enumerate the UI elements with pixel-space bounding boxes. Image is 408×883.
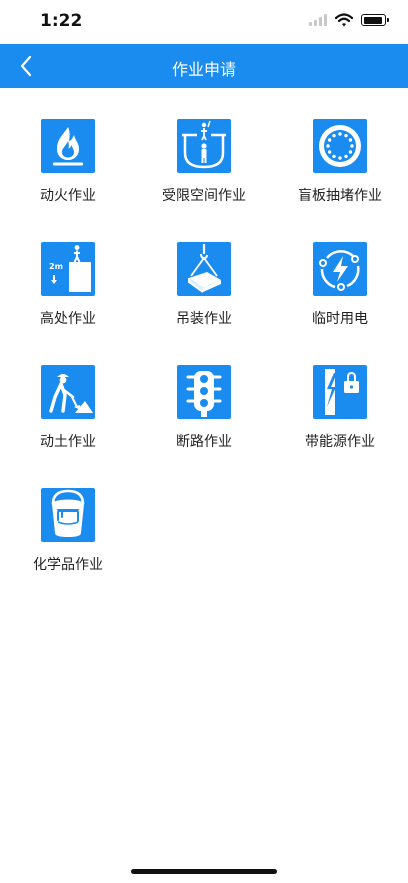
tile-label: 带能源作业: [305, 434, 375, 450]
tile-road-closure[interactable]: 断路作业: [136, 334, 272, 450]
tile-hot-work[interactable]: 动火作业: [0, 88, 136, 204]
chemical-bucket-icon: [41, 488, 95, 542]
status-icons: [309, 13, 389, 27]
home-indicator: [131, 869, 277, 874]
cellular-signal-icon: [309, 14, 327, 26]
tile-height-work[interactable]: 2m 高处作业: [0, 211, 136, 327]
tile-label: 动土作业: [40, 434, 96, 450]
tile-confined-space[interactable]: 受限空间作业: [136, 88, 272, 204]
nav-bar: 作业申请: [0, 44, 408, 88]
tile-label: 动火作业: [40, 188, 96, 204]
blind-plate-icon: [313, 119, 367, 173]
tile-label: 断路作业: [176, 434, 232, 450]
fire-icon: [41, 119, 95, 173]
traffic-light-icon: [177, 365, 231, 419]
wifi-icon: [335, 13, 353, 27]
svg-text:2m: 2m: [49, 262, 63, 271]
excavation-icon: [41, 365, 95, 419]
tile-excavation[interactable]: 动土作业: [0, 334, 136, 450]
lifting-icon: [177, 242, 231, 296]
confined-space-icon: [177, 119, 231, 173]
tile-temporary-electricity[interactable]: 临时用电: [272, 211, 408, 327]
tile-label: 盲板抽堵作业: [298, 188, 382, 204]
tile-blind-plate[interactable]: 盲板抽堵作业: [272, 88, 408, 204]
height-work-icon: 2m: [41, 242, 95, 296]
temporary-electricity-icon: [313, 242, 367, 296]
tile-lifting[interactable]: 吊装作业: [136, 211, 272, 327]
tile-label: 受限空间作业: [162, 188, 246, 204]
tile-chemical-work[interactable]: 化学品作业: [0, 457, 136, 573]
battery-icon: [361, 14, 389, 26]
energy-lock-icon: [313, 365, 367, 419]
tile-label: 临时用电: [312, 311, 368, 327]
tile-label: 化学品作业: [33, 557, 103, 573]
page-title: 作业申请: [171, 60, 236, 79]
tile-energy-work[interactable]: 带能源作业: [272, 334, 408, 450]
tile-label: 吊装作业: [176, 311, 232, 327]
status-bar: 1:22: [0, 0, 408, 44]
tile-label: 高处作业: [40, 311, 96, 327]
status-time: 1:22: [40, 11, 83, 31]
